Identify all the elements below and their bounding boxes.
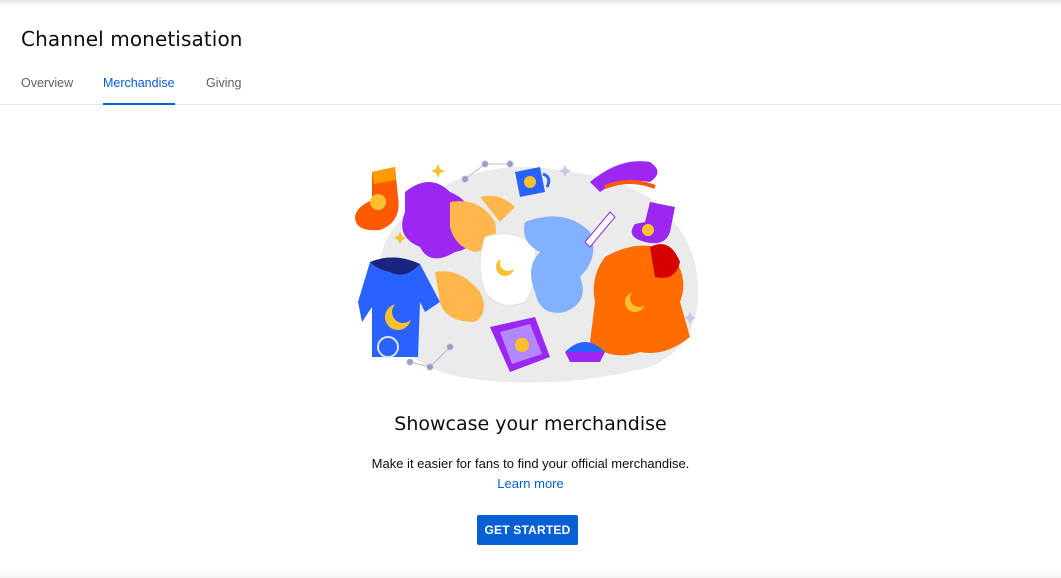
merchandise-headline: Showcase your merchandise — [394, 413, 667, 435]
tab-merchandise[interactable]: Merchandise — [103, 76, 175, 105]
tab-giving[interactable]: Giving — [206, 76, 241, 105]
get-started-button[interactable]: GET STARTED — [477, 515, 578, 545]
tab-overview[interactable]: Overview — [21, 76, 73, 105]
learn-more-container: Learn more — [0, 476, 1061, 491]
page-title: Channel monetisation — [21, 27, 243, 51]
learn-more-link[interactable]: Learn more — [497, 476, 563, 491]
merchandise-description: Make it easier for fans to find your off… — [371, 456, 690, 471]
merchandise-illustration — [355, 160, 698, 383]
tab-bar: Channel monetisation Overview Merchandis… — [0, 0, 1061, 105]
bottom-fade — [0, 568, 1061, 578]
